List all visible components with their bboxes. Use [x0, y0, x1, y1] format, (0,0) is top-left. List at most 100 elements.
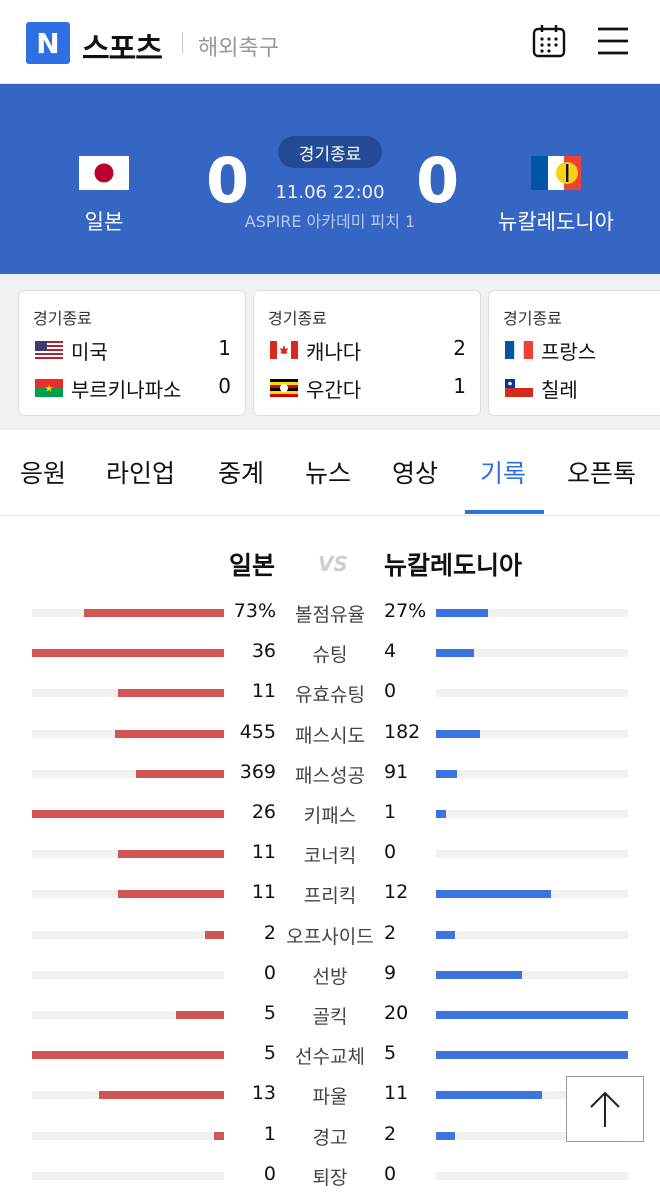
home-stat-value: 1: [263, 1122, 276, 1145]
home-stat-bar: [115, 729, 224, 738]
away-stat-value: 27%: [384, 600, 427, 622]
away-stat-track: [436, 609, 628, 617]
home-stat-bar: [32, 810, 224, 818]
away-team[interactable]: 뉴칼레도니아: [456, 156, 656, 236]
home-stat-value: 5: [263, 1002, 276, 1024]
france-flag-icon: [505, 341, 533, 359]
away-stat-value: 0: [384, 680, 397, 703]
scoreboard: 일본 0 경기종료 11.06 22:00 ASPIRE 아카데미 피치 1 0…: [0, 84, 660, 274]
home-stat-bar: [84, 609, 224, 617]
away-stat-track: [436, 689, 628, 698]
home-stat-track: [32, 890, 224, 899]
away-stat-value: 0: [384, 841, 397, 864]
team-name: 부르키나파소: [71, 378, 182, 402]
home-stat-track: [32, 1011, 224, 1019]
usa-flag-icon: [35, 341, 63, 359]
team-name: 우간다: [306, 378, 362, 402]
stat-row: 73% 볼점유율 27%: [0, 598, 660, 638]
home-stat-value: 2: [263, 921, 276, 944]
tab-opentalk[interactable]: 오픈톡: [567, 454, 636, 490]
away-stat-value: 2: [384, 1122, 397, 1145]
home-stat-bar: [99, 1091, 224, 1100]
stat-label: 경고: [312, 1126, 348, 1149]
tab-cheer[interactable]: 응원: [20, 454, 66, 490]
divider: [182, 32, 183, 54]
stat-row: 5 선수교체 5: [0, 1040, 660, 1080]
brand-title[interactable]: 스포츠: [82, 24, 163, 68]
stat-row: 11 코너킥 0: [0, 839, 660, 879]
away-stat-bar: [436, 970, 522, 979]
match-card-away-row: 칠레: [505, 373, 660, 402]
scroll-top-button[interactable]: [566, 1076, 644, 1142]
away-stat-bar: [436, 1011, 628, 1019]
tab-video[interactable]: 영상: [392, 454, 438, 490]
match-card[interactable]: 경기종료 캐나다 2 우간다 1: [253, 290, 481, 416]
away-stat-value: 2: [384, 921, 397, 944]
match-tabs: 응원 라인업 중계 뉴스 영상 기록 오픈톡: [0, 430, 660, 516]
home-stat-value: 5: [263, 1042, 276, 1065]
away-stat-bar: [436, 930, 455, 939]
stat-row: 11 유효슈팅 0: [0, 678, 660, 718]
tab-lineup[interactable]: 라인업: [106, 454, 175, 490]
team-name: 칠레: [541, 378, 578, 402]
home-stat-track: [32, 810, 224, 818]
home-stat-bar: [118, 890, 224, 899]
away-stat-track: [436, 810, 628, 818]
stat-label: 선방: [312, 965, 348, 988]
away-stat-track: [436, 890, 628, 899]
home-team[interactable]: 일본: [4, 156, 204, 236]
active-tab-indicator: [465, 510, 544, 514]
stat-row: 5 골킥 20: [0, 1000, 660, 1040]
tab-news[interactable]: 뉴스: [305, 454, 351, 490]
away-stat-track: [436, 1051, 628, 1060]
stat-row: 13 파울 11: [0, 1080, 660, 1120]
away-stat-track: [436, 1011, 628, 1019]
home-stat-bar: [136, 769, 224, 778]
match-card-status: 경기종료: [503, 309, 562, 328]
stat-label: 퇴장: [312, 1166, 348, 1189]
calendar-icon[interactable]: [532, 24, 566, 58]
away-score: 0: [416, 144, 460, 217]
home-stat-bar: [176, 1011, 224, 1019]
stat-row: 455 패스시도 182: [0, 719, 660, 759]
tab-broadcast[interactable]: 중계: [218, 454, 264, 490]
team-name: 캐나다: [306, 340, 362, 364]
other-matches-strip: 경기종료 미국 1 부르키나파소 0 경기종료 캐나다 2 우간다 1 경기종료…: [0, 274, 660, 430]
home-stat-track: [32, 649, 224, 658]
tab-record[interactable]: 기록: [480, 454, 526, 490]
team-score: 2: [453, 336, 466, 360]
away-stat-track: [436, 649, 628, 658]
home-stat-track: [32, 609, 224, 617]
uganda-flag-icon: [270, 379, 298, 397]
away-stat-bar: [436, 1051, 628, 1060]
stat-row: 11 프리킥 12: [0, 879, 660, 919]
away-stat-bar: [436, 609, 488, 617]
stat-label: 선수교체: [295, 1046, 365, 1069]
away-stat-track: [436, 970, 628, 979]
match-card[interactable]: 경기종료 미국 1 부르키나파소 0: [18, 290, 246, 416]
home-stat-bar: [32, 649, 224, 658]
home-stat-value: 13: [251, 1082, 276, 1105]
match-card-home-row: 프랑스: [505, 335, 660, 364]
away-stat-track: [436, 850, 628, 859]
team-name: 프랑스: [541, 340, 597, 364]
home-stat-track: [32, 1171, 224, 1180]
home-stat-value: 26: [251, 801, 276, 823]
stat-row: 369 패스성공 91: [0, 759, 660, 799]
home-stat-value: 11: [251, 680, 276, 703]
match-card-away-row: 부르키나파소 0: [35, 373, 231, 402]
home-stat-track: [32, 930, 224, 939]
stat-label: 유효슈팅: [295, 684, 365, 707]
match-card-status: 경기종료: [268, 309, 327, 328]
home-stat-track: [32, 850, 224, 859]
match-card-home-row: 캐나다 2: [270, 335, 466, 364]
section-title[interactable]: 해외축구: [198, 30, 279, 62]
stat-label: 파울: [312, 1086, 348, 1109]
away-stat-value: 0: [384, 1162, 397, 1185]
home-stat-track: [32, 1091, 224, 1100]
home-stat-value: 11: [251, 881, 276, 904]
match-card[interactable]: 경기종료 프랑스 칠레: [488, 290, 660, 416]
naver-logo[interactable]: N: [26, 22, 70, 64]
home-stat-value: 11: [251, 841, 276, 864]
menu-icon[interactable]: [596, 26, 630, 56]
